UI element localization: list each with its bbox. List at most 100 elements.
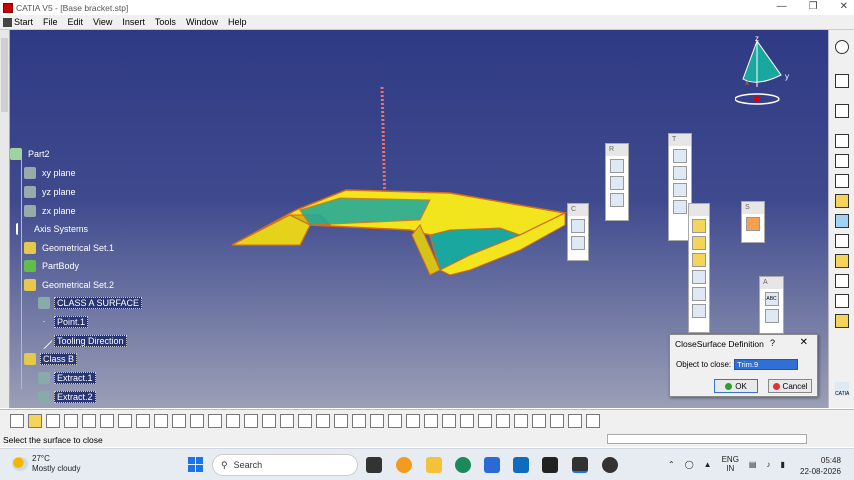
tree-node-point-1[interactable]: · Point.1 bbox=[38, 315, 89, 329]
network-off-icon[interactable]: ◯ bbox=[685, 460, 694, 469]
pan-icon[interactable] bbox=[316, 414, 330, 428]
sketch-icon[interactable] bbox=[835, 104, 849, 118]
solid-icon[interactable] bbox=[692, 253, 706, 267]
volume-icon[interactable] bbox=[835, 214, 849, 228]
ok-button[interactable]: OK bbox=[714, 379, 758, 393]
paste-icon[interactable] bbox=[118, 414, 132, 428]
box-icon[interactable] bbox=[692, 236, 706, 250]
new-icon[interactable] bbox=[10, 414, 24, 428]
copy-icon[interactable] bbox=[100, 414, 114, 428]
command-input[interactable] bbox=[607, 434, 807, 444]
battery-icon[interactable]: ▮ bbox=[780, 460, 784, 469]
scroll-thumb[interactable] bbox=[1, 38, 8, 112]
app-icon[interactable] bbox=[602, 457, 618, 473]
paste-icon[interactable] bbox=[571, 236, 585, 250]
zoom-in-icon[interactable] bbox=[352, 414, 366, 428]
symmetry-icon[interactable] bbox=[673, 166, 687, 180]
measure-icon[interactable] bbox=[835, 274, 849, 288]
formula-icon[interactable] bbox=[190, 414, 204, 428]
dialog-close-button[interactable]: ✕ bbox=[800, 337, 808, 348]
line-icon[interactable] bbox=[610, 176, 624, 190]
plane-icon[interactable] bbox=[610, 193, 624, 207]
tree-node-zx-plane[interactable]: zx plane bbox=[24, 204, 78, 218]
render-style-icon[interactable] bbox=[424, 414, 438, 428]
whats-this-icon[interactable] bbox=[172, 414, 186, 428]
apply-material-icon[interactable] bbox=[514, 414, 528, 428]
terminal-icon[interactable] bbox=[542, 457, 558, 473]
sew-icon[interactable] bbox=[692, 287, 706, 301]
restore-button[interactable]: ❐ bbox=[809, 1, 818, 12]
cut-plane-icon[interactable] bbox=[550, 414, 564, 428]
palette-operations[interactable] bbox=[688, 203, 710, 333]
tree-node-xy-plane[interactable]: xy plane bbox=[24, 166, 78, 180]
surface-icon[interactable] bbox=[835, 254, 849, 268]
fly-mode-icon[interactable] bbox=[280, 414, 294, 428]
outlook-icon[interactable] bbox=[513, 457, 529, 473]
tree-node-extract-1[interactable]: Extract.1 bbox=[38, 371, 96, 385]
power-icon[interactable] bbox=[835, 40, 849, 54]
speaker-icon[interactable]: ♪ bbox=[766, 460, 770, 469]
fit-all-icon[interactable] bbox=[298, 414, 312, 428]
taskbar-search[interactable]: ⚲ Search bbox=[212, 454, 358, 476]
clock[interactable]: 05:48 22-08-2026 bbox=[800, 455, 841, 477]
menu-window[interactable]: Window bbox=[181, 17, 223, 27]
tree-node-extract-2[interactable]: Extract.2 bbox=[38, 390, 96, 404]
pencil-icon[interactable] bbox=[835, 234, 849, 248]
point-icon[interactable] bbox=[610, 159, 624, 173]
select-arrow-icon[interactable] bbox=[835, 74, 849, 88]
hide-show-icon[interactable] bbox=[442, 414, 456, 428]
microphone-icon[interactable]: ▲ bbox=[704, 460, 712, 469]
file-explorer-icon[interactable] bbox=[426, 457, 442, 473]
tree-node-partbody[interactable]: PartBody bbox=[24, 259, 81, 273]
copilot-icon[interactable] bbox=[396, 457, 412, 473]
annotation-text-icon[interactable]: ABC bbox=[764, 292, 779, 306]
palette-a[interactable]: A ABC bbox=[759, 276, 784, 334]
dialog-help-button[interactable]: ? bbox=[770, 338, 775, 348]
tree-node-class-a-surface[interactable]: CLASS A SURFACE bbox=[38, 296, 143, 310]
cut-icon[interactable] bbox=[82, 414, 96, 428]
menu-help[interactable]: Help bbox=[223, 17, 252, 27]
store-icon[interactable] bbox=[484, 457, 500, 473]
flag-note-icon[interactable] bbox=[764, 309, 779, 323]
copy-icon[interactable] bbox=[835, 134, 849, 148]
tree-node-class-b[interactable]: Class B bbox=[24, 352, 78, 366]
target-icon[interactable] bbox=[673, 200, 687, 214]
tree-node-geometrical-set-1[interactable]: Geometrical Set.1 bbox=[24, 241, 116, 255]
display-icon[interactable] bbox=[586, 414, 600, 428]
weather-widget[interactable]: 27°C Mostly cloudy bbox=[12, 454, 80, 474]
draft-icon[interactable] bbox=[835, 314, 849, 328]
mirror-icon[interactable] bbox=[835, 294, 849, 308]
edge-icon[interactable] bbox=[455, 457, 471, 473]
sketcher-icon[interactable] bbox=[835, 154, 849, 168]
copy-icon[interactable] bbox=[571, 219, 585, 233]
menu-view[interactable]: View bbox=[88, 17, 117, 27]
views-icon[interactable] bbox=[406, 414, 420, 428]
wifi-icon[interactable]: ▤ bbox=[749, 460, 757, 469]
redo-icon[interactable] bbox=[154, 414, 168, 428]
table-icon[interactable] bbox=[226, 414, 240, 428]
menu-start[interactable]: Start bbox=[0, 17, 38, 27]
cancel-button[interactable]: Cancel bbox=[768, 379, 812, 393]
menu-tools[interactable]: Tools bbox=[150, 17, 181, 27]
close-window-button[interactable]: ✕ bbox=[840, 1, 848, 12]
language-indicator[interactable]: ENG IN bbox=[722, 455, 739, 473]
palette-c[interactable]: C bbox=[567, 203, 589, 261]
task-view-icon[interactable] bbox=[366, 457, 382, 473]
update-icon[interactable] bbox=[478, 414, 492, 428]
surface-tool-icon[interactable] bbox=[746, 217, 760, 231]
undo-icon[interactable] bbox=[136, 414, 150, 428]
normal-view-icon[interactable] bbox=[388, 414, 402, 428]
cube-icon[interactable] bbox=[692, 219, 706, 233]
menu-edit[interactable]: Edit bbox=[63, 17, 89, 27]
palette-r[interactable]: R bbox=[605, 143, 629, 221]
analysis-icon[interactable] bbox=[532, 414, 546, 428]
close-surface-icon[interactable] bbox=[692, 270, 706, 284]
tree-node-yz-plane[interactable]: yz plane bbox=[24, 185, 78, 199]
knowledge-icon[interactable] bbox=[208, 414, 222, 428]
menu-insert[interactable]: Insert bbox=[117, 17, 150, 27]
catalog-icon[interactable] bbox=[244, 414, 258, 428]
swap-space-icon[interactable] bbox=[460, 414, 474, 428]
snap-icon[interactable] bbox=[496, 414, 510, 428]
scale-icon[interactable] bbox=[568, 414, 582, 428]
shell-icon[interactable] bbox=[692, 304, 706, 318]
